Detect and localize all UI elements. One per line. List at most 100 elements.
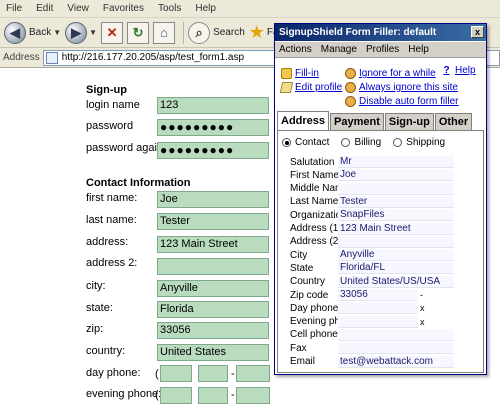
stop-button[interactable]: ✕	[101, 21, 124, 45]
address-input[interactable]: 123 Main Street	[157, 236, 269, 253]
first-name-input[interactable]: Joe	[157, 191, 269, 208]
evening-phone-prefix-input[interactable]	[198, 387, 228, 404]
address-label: Address	[3, 52, 40, 63]
disable-filler-link[interactable]: Disable auto form filler	[345, 96, 458, 107]
menu-edit[interactable]: Edit	[36, 3, 53, 14]
search-button[interactable]: ⌕ Search	[188, 21, 245, 45]
tab-payment[interactable]: Payment	[330, 113, 384, 130]
field-value-country[interactable]: United States/US/USA	[338, 275, 454, 288]
menu-favorites[interactable]: Favorites	[103, 3, 144, 14]
field-row-city: City Anyville	[278, 249, 483, 262]
field-value-last-name[interactable]: Tester	[338, 195, 454, 208]
panel-menu-manage[interactable]: Manage	[321, 44, 357, 55]
field-label-fax: Fax	[290, 342, 307, 354]
field-extra-evening-phone: x	[420, 316, 425, 327]
day-phone-area-input[interactable]	[160, 365, 192, 382]
panel-menu-actions[interactable]: Actions	[279, 44, 312, 55]
evening-phone-label: evening phone:	[86, 388, 162, 400]
day-phone-line-input[interactable]	[236, 365, 270, 382]
last-name-input[interactable]: Tester	[157, 213, 269, 230]
field-row-fax: Fax	[278, 342, 483, 355]
state-input[interactable]: Florida	[157, 301, 269, 318]
field-extra-day-phone: x	[420, 303, 425, 314]
fill-in-label: Fill-in	[295, 68, 319, 79]
field-value-first-name[interactable]: Joe	[338, 169, 454, 182]
back-arrow-icon: ◀	[4, 21, 26, 44]
help-link[interactable]: ? Help	[441, 65, 476, 76]
forward-arrow-icon: ▶	[65, 21, 88, 44]
panel-title-bar[interactable]: SignupShield Form Filler: default	[275, 24, 486, 41]
menu-tools[interactable]: Tools	[158, 3, 181, 14]
radio-shipping[interactable]	[393, 138, 403, 147]
panel-title: SignupShield Form Filler: default	[279, 27, 437, 38]
field-value-zip-code[interactable]: 33056	[338, 289, 418, 301]
login-name-input[interactable]: 123	[157, 97, 269, 114]
forward-button[interactable]: ▶ ▼	[65, 21, 97, 45]
contact-info-heading: Contact Information	[86, 177, 191, 189]
field-value-address-1[interactable]: 123 Main Street	[338, 222, 454, 235]
field-value-middle-name[interactable]	[338, 182, 454, 195]
panel-menu-help[interactable]: Help	[408, 44, 429, 55]
field-row-country: Country United States/US/USA	[278, 275, 483, 288]
country-input[interactable]: United States	[157, 344, 269, 361]
evening-phone-line-input[interactable]	[236, 387, 270, 404]
field-value-city[interactable]: Anyville	[338, 249, 454, 262]
chevron-down-icon: ▼	[89, 28, 98, 37]
evening-phone-area-input[interactable]	[160, 387, 192, 404]
tab-address[interactable]: Address	[277, 111, 330, 130]
edit-profile-link[interactable]: Edit profile	[279, 82, 343, 93]
always-ignore-link[interactable]: Always ignore this site	[345, 82, 458, 93]
field-value-email[interactable]: test@webattack.com	[338, 355, 454, 368]
field-value-salutation[interactable]: Mr	[338, 156, 454, 168]
menu-file[interactable]: File	[6, 3, 22, 14]
password-again-input[interactable]: ●●●●●●●●●	[157, 142, 269, 159]
field-value-organization[interactable]: SnapFiles	[338, 209, 454, 222]
field-value-state[interactable]: Florida/FL	[338, 262, 454, 275]
panel-menubar: Actions Manage Profiles Help	[275, 42, 486, 58]
edit-profile-label: Edit profile	[295, 82, 343, 93]
city-label: city:	[86, 280, 106, 292]
back-button[interactable]: ◀ Back ▼	[4, 21, 61, 45]
always-ignore-label: Always ignore this site	[359, 82, 458, 93]
password-input[interactable]: ●●●●●●●●●	[157, 119, 269, 136]
password-label: password	[86, 120, 134, 132]
field-row-state: State Florida/FL	[278, 262, 483, 275]
field-label-state: State	[290, 262, 314, 274]
field-value-day-phone[interactable]	[338, 302, 418, 315]
always-ignore-icon	[345, 82, 356, 93]
menu-help[interactable]: Help	[195, 3, 216, 14]
refresh-button[interactable]: ↻	[127, 21, 150, 45]
field-row-zip-code: Zip code 33056-	[278, 289, 483, 301]
tab-other[interactable]: Other	[434, 113, 473, 130]
panel-menu-profiles[interactable]: Profiles	[366, 44, 399, 55]
radio-contact-label: Contact	[295, 137, 330, 148]
zip-input[interactable]: 33056	[157, 322, 269, 339]
panel-close-button[interactable]: x	[471, 26, 484, 38]
tab-signup[interactable]: Sign-up	[384, 113, 434, 130]
field-value-evening-phone[interactable]	[338, 315, 418, 328]
help-label: Help	[455, 65, 476, 76]
city-input[interactable]: Anyville	[157, 280, 269, 297]
field-value-cell-phone[interactable]	[338, 328, 454, 341]
menu-view[interactable]: View	[67, 3, 89, 14]
radio-billing-label: Billing	[354, 137, 382, 148]
address2-input[interactable]	[157, 258, 269, 275]
evening-phone-dash: -	[231, 389, 235, 401]
ignore-while-link[interactable]: Ignore for a while	[345, 68, 436, 79]
toolbar-separator	[183, 21, 185, 44]
country-label: country:	[86, 345, 126, 357]
radio-contact[interactable]	[282, 138, 291, 147]
field-row-salutation: Salutation Mr	[278, 156, 483, 168]
home-button[interactable]: ⌂	[153, 21, 176, 45]
day-phone-dash: -	[231, 368, 235, 380]
url-text: http://216.177.20.205/asp/test_form1.asp	[61, 52, 245, 63]
state-label: state:	[86, 302, 113, 314]
field-label-day-phone: Day phone	[290, 302, 339, 314]
field-value-address-2[interactable]	[338, 235, 454, 248]
radio-billing[interactable]	[341, 138, 351, 147]
field-value-fax[interactable]	[338, 342, 454, 355]
day-phone-prefix-input[interactable]	[198, 365, 228, 382]
fill-in-link[interactable]: Fill-in	[281, 68, 319, 79]
field-label-salutation: Salutation	[290, 156, 335, 168]
field-label-country: Country	[290, 276, 326, 288]
